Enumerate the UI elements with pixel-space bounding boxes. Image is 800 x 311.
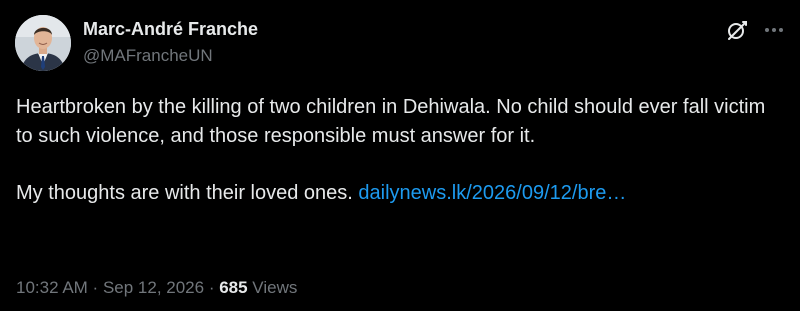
grok-icon[interactable] — [726, 19, 748, 41]
tweet-date[interactable]: Sep 12, 2026 — [103, 278, 204, 297]
meta-separator: · — [204, 278, 220, 297]
tweet-card: Marc-André Franche @MAFrancheUN Heartbro… — [0, 0, 800, 311]
tweet-paragraph-2-text: My thoughts are with their loved ones. — [16, 181, 359, 204]
avatar[interactable] — [15, 15, 71, 71]
tweet-text: Heartbroken by the killing of two childr… — [16, 93, 786, 207]
author-display-name[interactable]: Marc-André Franche — [83, 19, 258, 40]
tweet-metadata: 10:32 AM · Sep 12, 2026 · 685 Views — [16, 278, 297, 298]
views-count: 685 — [219, 278, 248, 297]
author-handle[interactable]: @MAFrancheUN — [83, 46, 213, 66]
avatar-image — [15, 15, 71, 71]
tweet-paragraph-2: My thoughts are with their loved ones. d… — [16, 179, 786, 208]
tweet-paragraph-1: Heartbroken by the killing of two childr… — [16, 96, 766, 147]
tweet-link[interactable]: dailynews.lk/2026/09/12/bre… — [358, 182, 626, 204]
views-label: Views — [247, 278, 298, 297]
meta-separator: · — [87, 278, 103, 297]
tweet-time[interactable]: 10:32 AM — [16, 278, 88, 297]
more-icon[interactable] — [762, 19, 786, 41]
